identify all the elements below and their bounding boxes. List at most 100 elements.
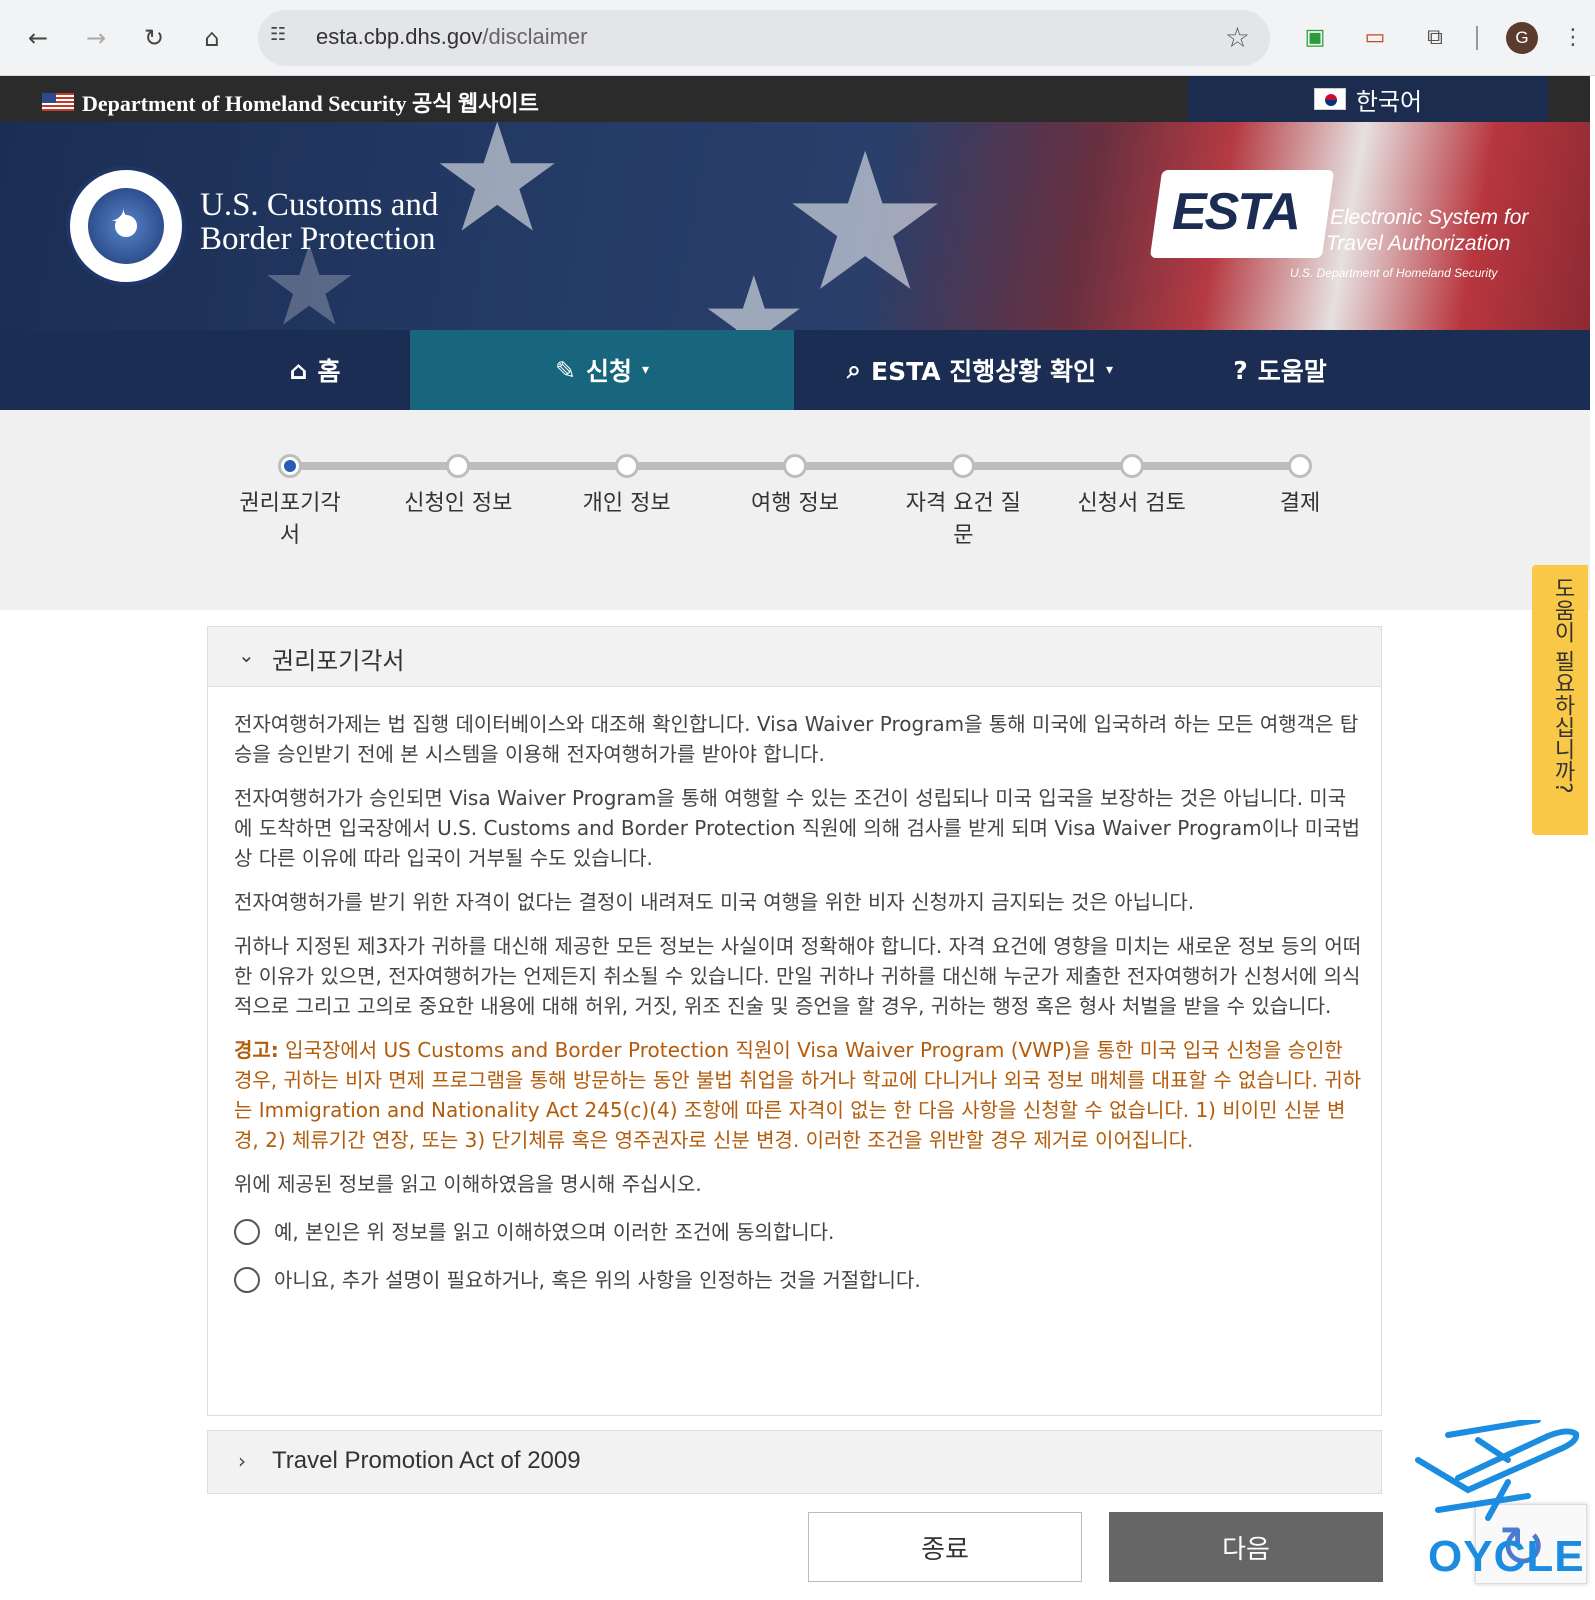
decline-option-label[interactable]: 아니요, 추가 설명이 필요하거나, 혹은 위의 사항을 인정하는 것을 거절합…: [274, 1265, 921, 1295]
nav-status-label: ESTA 진행상황 확인: [871, 357, 1096, 386]
bookmark-star-icon[interactable]: ☆: [1225, 21, 1250, 54]
chevron-down-icon: ⌄: [238, 643, 255, 667]
home-icon[interactable]: ⌂: [194, 20, 230, 56]
confirm-prompt: 위에 제공된 정보를 읽고 이해하였음을 명시해 주십시오.: [234, 1172, 702, 1196]
progress-step-marker: [614, 454, 639, 478]
nav-home[interactable]: ⌂ 홈: [220, 330, 410, 410]
progress-step-marker: [783, 454, 807, 478]
language-selector[interactable]: 한국어: [1188, 76, 1548, 122]
warning-label: 경고:: [234, 1038, 279, 1062]
agree-option-label[interactable]: 예, 본인은 위 정보를 읽고 이해하였으며 이러한 조건에 동의합니다.: [274, 1217, 834, 1247]
progress-step-label-line2: 문: [953, 523, 974, 548]
chevron-right-icon: ›: [238, 1449, 246, 1473]
esta-tagline-2: Travel Authorization: [1326, 232, 1511, 255]
decline-radio[interactable]: [234, 1267, 260, 1293]
flag-star-decoration: ★: [700, 252, 808, 330]
exit-button[interactable]: 종료: [808, 1512, 1082, 1582]
help-tab[interactable]: 도움이 필요하십니까?: [1532, 565, 1588, 835]
esta-tagline-3: U.S. Department of Homeland Security: [1290, 266, 1498, 280]
nav-apply[interactable]: ✎ 신청 ▾: [410, 330, 794, 410]
extension-screen-icon[interactable]: ▣: [1300, 22, 1330, 52]
esta-logo-wordmark: ESTA: [1172, 183, 1301, 241]
progress-step-marker: [1119, 454, 1144, 478]
cbp-agency-name: U.S. Customs and Border Protection: [200, 188, 438, 256]
agree-option[interactable]: 예, 본인은 위 정보를 읽고 이해하였으며 이러한 조건에 동의합니다.: [234, 1217, 1362, 1247]
warning-paragraph: 경고: 입국장에서 US Customs and Border Protecti…: [234, 1035, 1362, 1155]
warning-text: 입국장에서 US Customs and Border Protection 직…: [234, 1038, 1362, 1152]
disclaimer-paragraph-2: 전자여행허가가 승인되면 Visa Waiver Program을 통해 여행할…: [234, 786, 1360, 870]
oycle-watermark: OYCLE: [1408, 1417, 1588, 1590]
us-flag-icon: [42, 93, 74, 111]
nav-home-label: 홈: [317, 357, 341, 386]
progress-step-label: 신청인 정보: [383, 488, 533, 520]
disclaimer-paragraph-4: 귀하나 지정된 제3자가 귀하를 대신해 제공한 모든 정보는 사실이며 정확해…: [234, 934, 1362, 1018]
url-text[interactable]: esta.cbp.dhs.gov/disclaimer: [316, 24, 587, 50]
question-circle-icon: ?: [1233, 355, 1248, 385]
progress-step-label-line1: 자격 요건 질: [905, 491, 1021, 516]
esta-tagline-1: Electronic System for: [1330, 206, 1529, 229]
eagle-icon: ✦: [110, 202, 137, 240]
agree-radio[interactable]: [234, 1219, 260, 1245]
extensions-puzzle-icon[interactable]: ⧉: [1420, 22, 1450, 52]
progress-step-label-line1: 개인 정보: [582, 491, 671, 516]
nav-apply-label: 신청: [585, 357, 632, 386]
progress-step-marker: [446, 454, 471, 478]
travel-promotion-title: Travel Promotion Act of 2009: [272, 1447, 581, 1474]
toolbar-separator: [1476, 26, 1478, 50]
address-bar[interactable]: ☷ esta.cbp.dhs.gov/disclaimer ☆: [258, 10, 1270, 66]
disclaimer-title: 권리포기각서: [272, 647, 405, 675]
home-icon: ⌂: [289, 355, 308, 385]
next-button[interactable]: 다음: [1109, 1512, 1383, 1582]
progress-step-label: 여행 정보: [720, 488, 870, 520]
site-header: ★ ★ ★ ★ ✦ U.S. Customs and Border Protec…: [0, 122, 1590, 330]
progress-step-label: 개인 정보: [552, 488, 702, 520]
oycle-brand-text: OYCLE: [1428, 1532, 1585, 1581]
agency-name-line1: U.S. Customs and: [200, 187, 439, 223]
disclaimer-panel-header[interactable]: ⌄ 권리포기각서: [208, 627, 1381, 687]
search-icon: ⌕: [847, 355, 862, 384]
progress-step-marker: [278, 454, 302, 478]
dhs-seal-logo[interactable]: ✦: [66, 166, 186, 286]
progress-step-label: 자격 요건 질문: [888, 488, 1038, 552]
esta-logo[interactable]: ESTA Electronic System for Travel Author…: [1149, 170, 1556, 290]
travel-promotion-panel-header[interactable]: › Travel Promotion Act of 2009: [207, 1430, 1382, 1494]
application-progress: 권리포기각서 신청인 정보 개인 정보 여행 정보 자격 요건 질문 신청서 검토 결제: [0, 410, 1590, 610]
flag-star-decoration: ★: [430, 122, 565, 266]
reload-icon[interactable]: ↻: [136, 20, 172, 56]
progress-step-label-line1: 여행 정보: [751, 491, 839, 516]
site-settings-icon[interactable]: ☷: [270, 24, 300, 52]
nav-help-label: 도움말: [1257, 357, 1327, 386]
back-arrow-icon[interactable]: ←: [20, 20, 56, 56]
disclaimer-body: 전자여행허가제는 법 집행 데이터베이스와 대조해 확인합니다. Visa Wa…: [234, 709, 1362, 1295]
progress-step-label-line2: 서: [279, 523, 301, 548]
airplane-icon: [1415, 1417, 1580, 1521]
progress-step-marker: [1288, 454, 1312, 478]
help-tab-label: 도움이 필요하십니까?: [1550, 577, 1575, 794]
disclaimer-paragraph-3: 전자여행허가를 받기 위한 자격이 없다는 결정이 내려져도 미국 여행을 위한…: [234, 890, 1195, 914]
disclaimer-paragraph-1: 전자여행허가제는 법 집행 데이터베이스와 대조해 확인합니다. Visa Wa…: [234, 712, 1359, 766]
disclaimer-panel: ⌄ 권리포기각서 전자여행허가제는 법 집행 데이터베이스와 대조해 확인합니다…: [207, 626, 1382, 1416]
progress-step-marker: [951, 454, 976, 478]
browser-toolbar: ← → ↻ ⌂ ☷ esta.cbp.dhs.gov/disclaimer ☆ …: [0, 0, 1595, 76]
pencil-icon: ✎: [555, 355, 576, 385]
agency-name-line2: Border Protection: [200, 221, 436, 257]
progress-step-label: 권리포기각서: [215, 488, 365, 552]
progress-step-label-line1: 신청인 정보: [404, 491, 513, 516]
caret-down-icon: ▾: [1105, 362, 1113, 378]
browser-menu-icon[interactable]: ⋮: [1558, 22, 1588, 52]
profile-avatar[interactable]: G: [1506, 22, 1538, 54]
progress-step-label-line1: 신청서 검토: [1077, 491, 1186, 516]
nav-check-status[interactable]: ⌕ ESTA 진행상황 확인 ▾: [820, 330, 1140, 410]
main-navigation: ⌂ 홈 ✎ 신청 ▾ ⌕ ESTA 진행상황 확인 ▾ ? 도움말: [0, 330, 1590, 410]
progress-step-label-line1: 권리포기각: [239, 491, 341, 516]
nav-help[interactable]: ? 도움말: [1180, 330, 1380, 410]
forward-arrow-icon[interactable]: →: [78, 20, 114, 56]
language-label: 한국어: [1355, 87, 1423, 116]
progress-step-label: 결제: [1225, 488, 1375, 520]
cast-icon[interactable]: ▭: [1360, 22, 1390, 52]
caret-down-icon: ▾: [641, 362, 649, 378]
progress-step-label-line1: 결제: [1279, 491, 1321, 516]
official-website-text: Department of Homeland Security 공식 웹사이트: [82, 91, 539, 116]
korea-flag-icon: [1313, 88, 1346, 110]
decline-option[interactable]: 아니요, 추가 설명이 필요하거나, 혹은 위의 사항을 인정하는 것을 거절합…: [234, 1265, 1362, 1295]
